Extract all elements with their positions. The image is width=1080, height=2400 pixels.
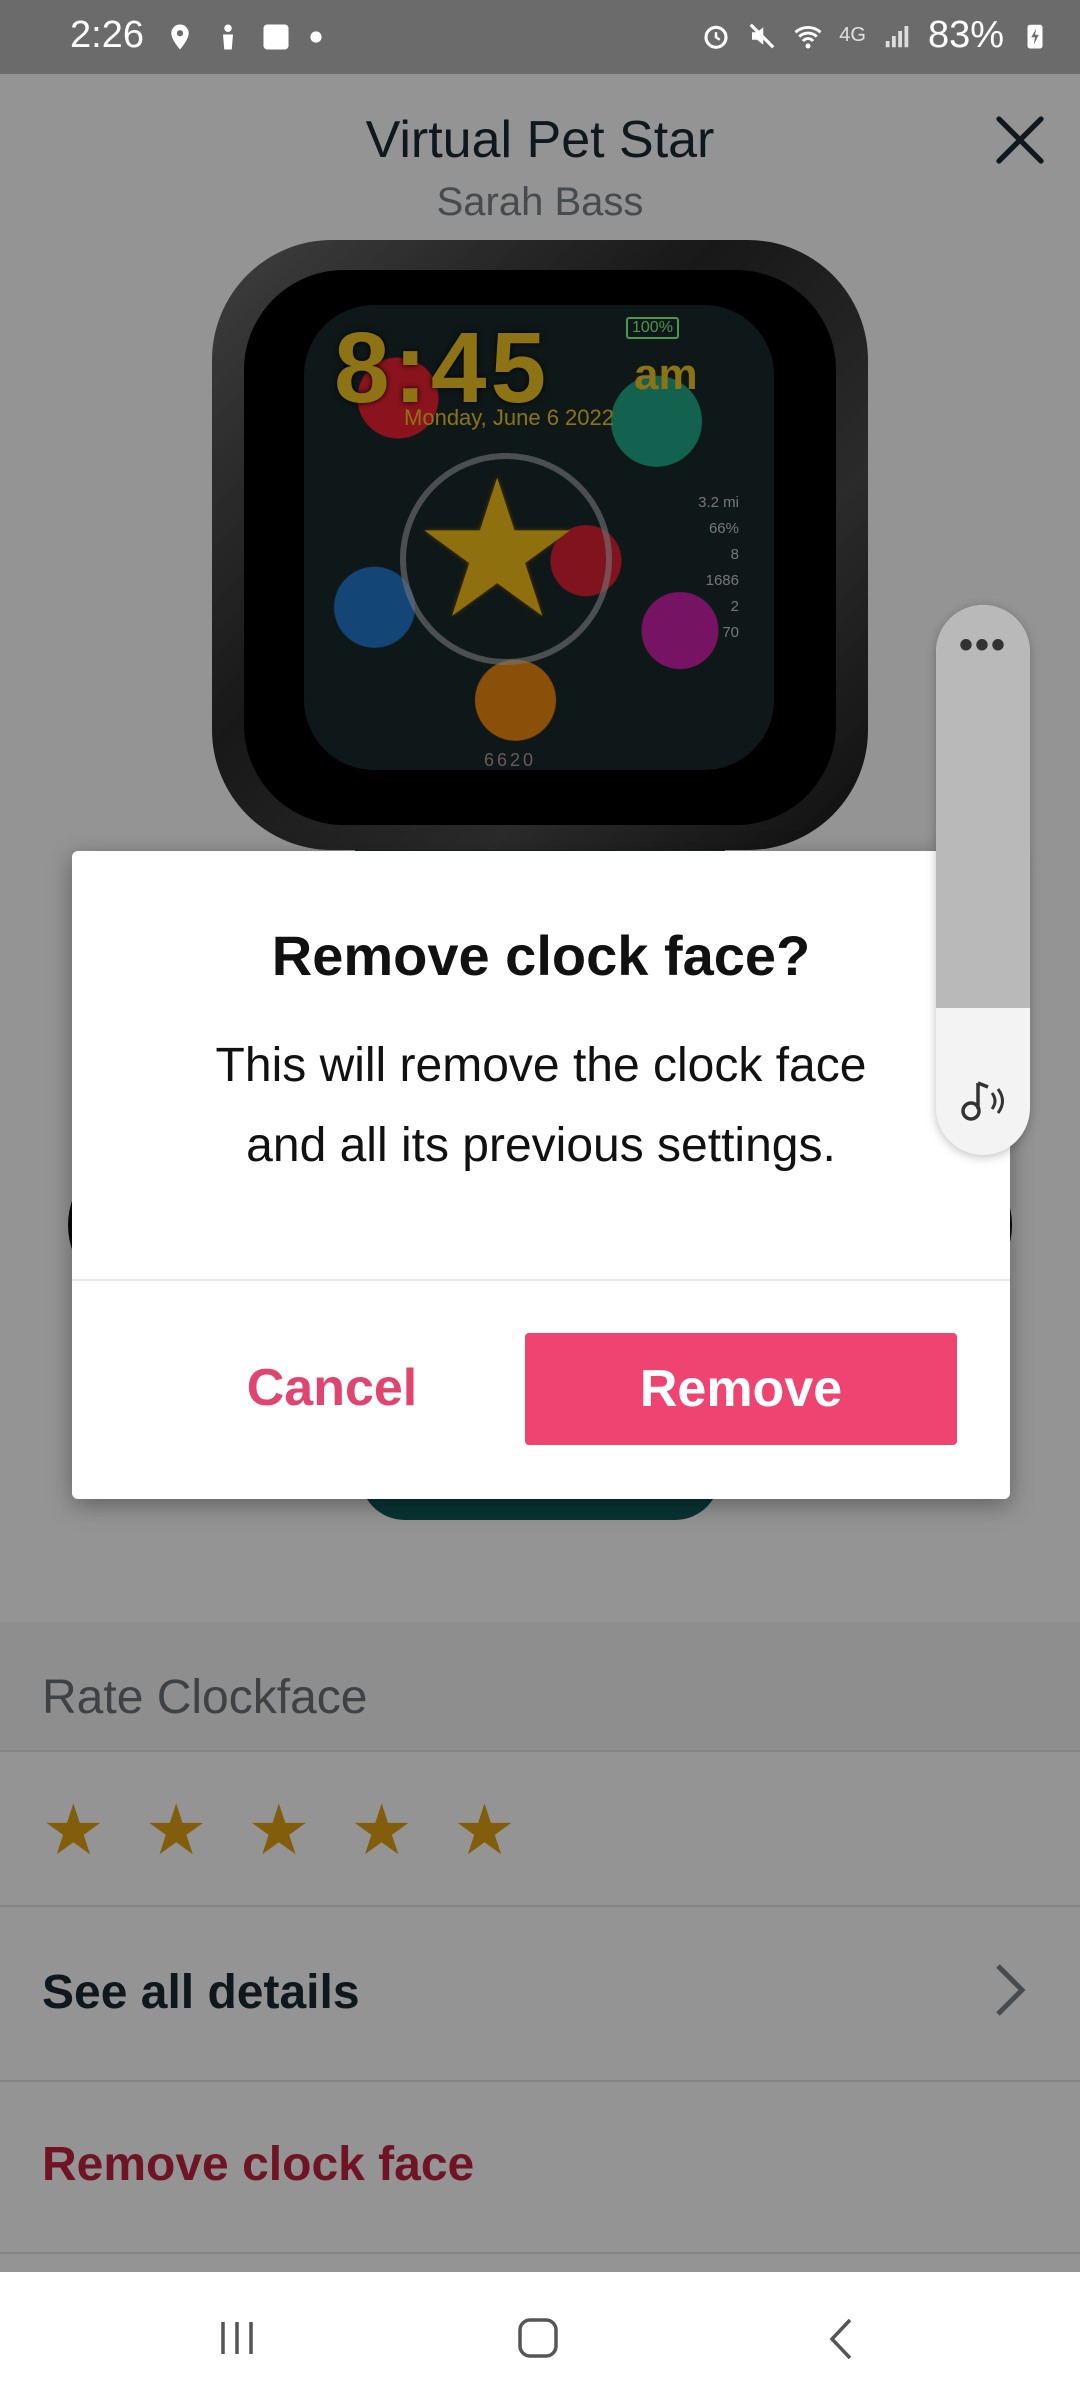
more-options-icon[interactable]: •••: [936, 623, 1030, 668]
volume-panel[interactable]: •••: [936, 605, 1030, 1155]
signal-icon: [885, 25, 909, 47]
mute-icon: [749, 23, 775, 48]
call-filter-icon: [263, 24, 289, 50]
battery-percent: 83%: [927, 14, 1004, 56]
back-icon[interactable]: [822, 2314, 862, 2364]
dot-icon: [310, 31, 322, 43]
network-type: 4G: [839, 24, 866, 46]
remove-clock-face-dialog: Remove clock face? This will remove the …: [72, 851, 1010, 1499]
dialog-message-line: and all its previous settings.: [246, 1119, 836, 1172]
cancel-button[interactable]: Cancel: [202, 1333, 462, 1443]
location-icon: [171, 24, 189, 50]
dialog-message: This will remove the clock face and all …: [142, 1026, 940, 1186]
media-volume-icon[interactable]: [956, 1075, 1012, 1127]
status-bar: 2:26 4G 83%: [0, 0, 1080, 74]
status-time: 2:26: [70, 14, 144, 56]
status-right: 4G 83%: [701, 14, 1050, 57]
dialog-divider: [72, 1279, 1010, 1281]
home-icon[interactable]: [516, 2316, 560, 2360]
person-icon: [223, 24, 233, 50]
battery-charging-icon: [1027, 24, 1043, 48]
dialog-message-line: This will remove the clock face: [215, 1039, 867, 1092]
recents-icon[interactable]: [215, 2318, 259, 2358]
remove-button[interactable]: Remove: [525, 1333, 957, 1445]
alarm-icon: [704, 25, 728, 49]
dialog-title: Remove clock face?: [271, 924, 811, 987]
status-left-icons: [165, 22, 323, 52]
wifi-icon: [794, 25, 822, 48]
